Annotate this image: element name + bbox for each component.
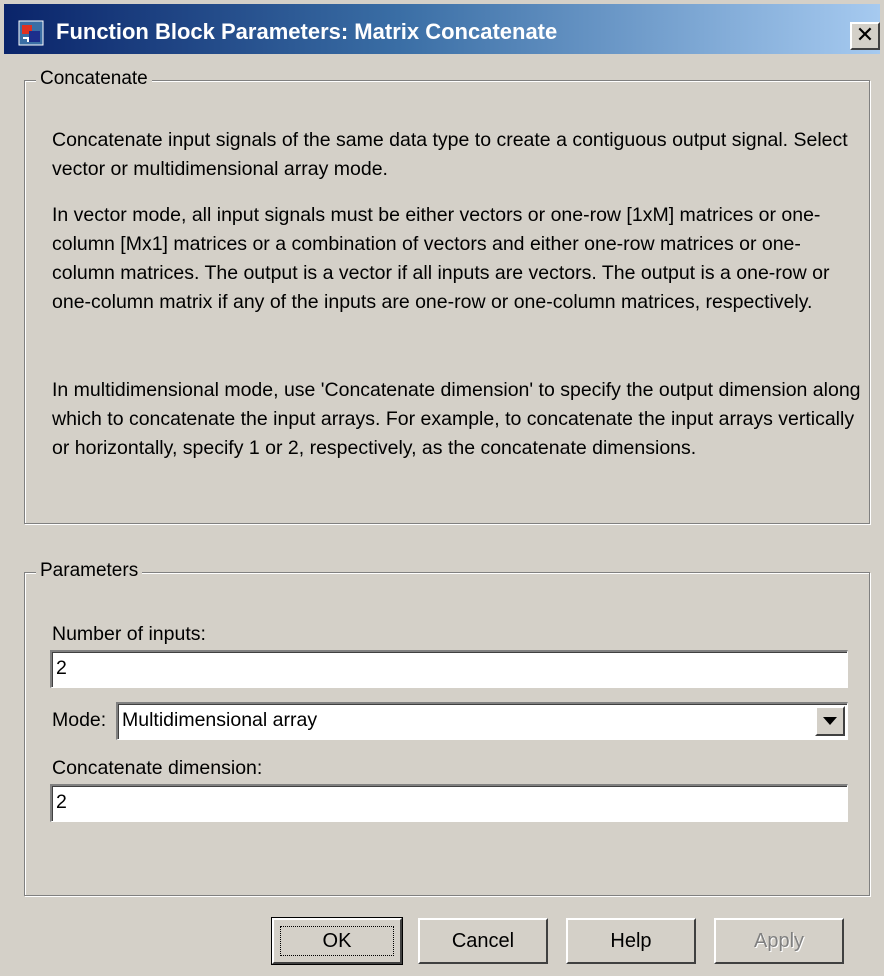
apply-button-label: Apply: [753, 930, 805, 952]
window-title: Function Block Parameters: Matrix Concat…: [56, 19, 558, 44]
mode-select[interactable]: Multidimensional array: [116, 702, 848, 740]
description-paragraph: In multidimensional mode, use 'Concatena…: [52, 379, 861, 459]
dropdown-button[interactable]: [815, 706, 845, 736]
chevron-down-icon: [823, 717, 837, 725]
simulink-block-icon: [18, 20, 44, 46]
ok-button[interactable]: OK: [271, 917, 403, 965]
title-bar[interactable]: Function Block Parameters: Matrix Concat…: [4, 4, 880, 54]
concatenate-group-legend: Concatenate: [36, 68, 152, 90]
concatenate-dimension-label: Concatenate dimension:: [52, 757, 263, 779]
description-paragraph: Concatenate input signals of the same da…: [52, 129, 848, 180]
number-of-inputs-label: Number of inputs:: [52, 623, 206, 645]
close-icon: ✕: [855, 22, 875, 47]
dialog-window: Function Block Parameters: Matrix Concat…: [0, 0, 884, 976]
help-button-label: Help: [610, 930, 652, 952]
mode-select-value: Multidimensional array: [122, 709, 318, 731]
focus-rect: [280, 926, 394, 956]
close-button[interactable]: ✕: [850, 22, 880, 50]
concatenate-dimension-field[interactable]: 2: [50, 784, 848, 822]
cancel-button-label: Cancel: [451, 930, 515, 952]
number-of-inputs-field[interactable]: 2: [50, 650, 848, 688]
help-button[interactable]: Help: [566, 918, 696, 964]
apply-button[interactable]: Apply: [714, 918, 844, 964]
description-paragraph: In vector mode, all input signals must b…: [52, 204, 830, 313]
parameters-group-legend: Parameters: [36, 560, 143, 582]
mode-label: Mode:: [52, 709, 107, 731]
cancel-button[interactable]: Cancel: [418, 918, 548, 964]
